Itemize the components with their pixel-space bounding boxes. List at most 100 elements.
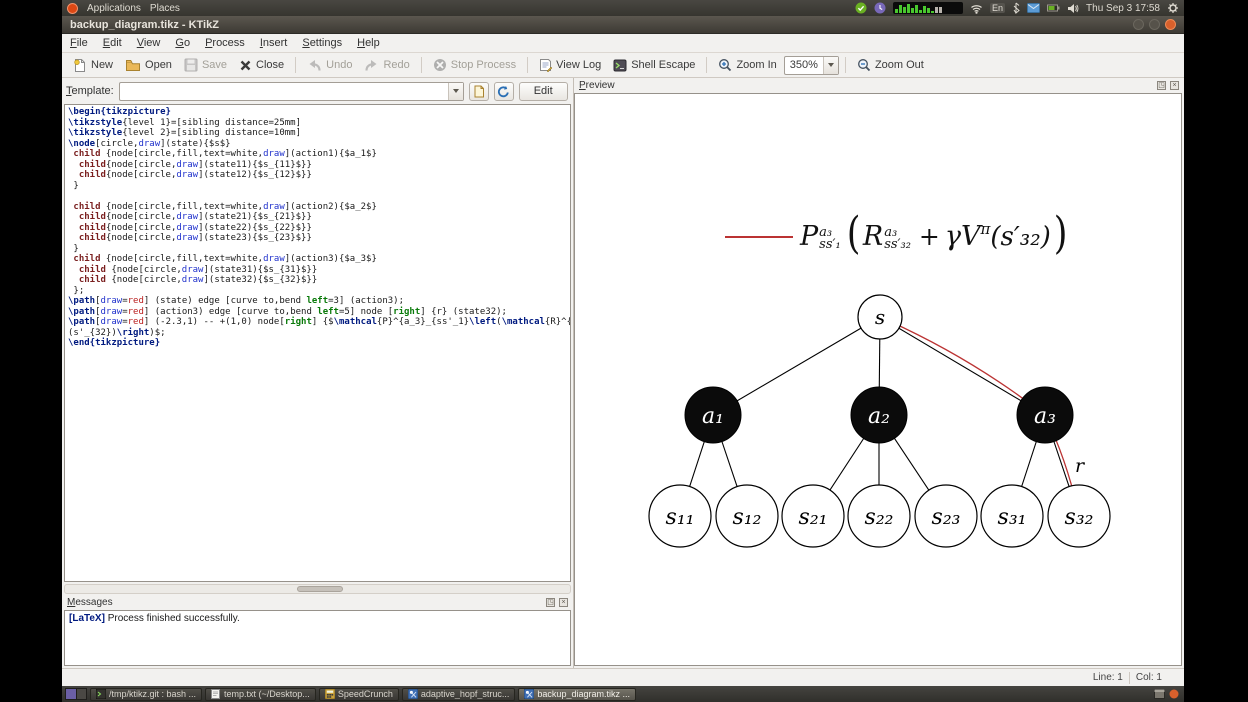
- taskbar-item[interactable]: temp.txt (~/Desktop...: [205, 687, 316, 701]
- taskbar-item[interactable]: adaptive_hopf_struc...: [401, 687, 516, 701]
- template-select[interactable]: [118, 81, 464, 101]
- toolbar-separator: [527, 57, 529, 73]
- svg-text:s₁₁: s₁₁: [666, 505, 695, 530]
- zoom-in-button[interactable]: Zoom In: [713, 56, 781, 74]
- svg-text:s: s: [875, 305, 885, 329]
- scrollbar-thumb[interactable]: [297, 586, 344, 592]
- close-window-button[interactable]: [1165, 19, 1176, 30]
- stop-process-button: Stop Process: [428, 56, 521, 74]
- menu-go[interactable]: Go: [175, 37, 190, 49]
- titlebar[interactable]: backup_diagram.tikz - KTikZ: [62, 16, 1184, 34]
- ktikz-icon: [523, 688, 535, 700]
- open-button[interactable]: Open: [120, 56, 177, 74]
- shell-escape-button[interactable]: Shell Escape: [608, 57, 700, 74]
- code-line: \path[draw=red] (action3) edge [curve to…: [68, 306, 507, 317]
- zoom-out-button[interactable]: Zoom Out: [852, 56, 929, 74]
- horizontal-scrollbar[interactable]: [64, 584, 571, 594]
- window-title: backup_diagram.tikz - KTikZ: [70, 18, 219, 31]
- messages-body: [LaTeX] Process finished successfully.: [64, 610, 571, 666]
- new-button[interactable]: New: [67, 56, 118, 75]
- code-line: \node[circle,draw](state){$s$}: [68, 138, 231, 149]
- svg-text:s₃₂: s₃₂: [1065, 505, 1094, 530]
- code-line: child {node[circle,draw](state31){$s_{31…: [78, 264, 318, 275]
- status-col: Col: 1: [1135, 672, 1162, 683]
- bluetooth-icon[interactable]: [1012, 2, 1020, 14]
- taskbar-item[interactable]: /tmp/ktikz.git : bash ...: [90, 687, 203, 701]
- preview-canvas: P a₃ ss′₁ ( R a₃ ss′₃₂ + γV π (s′₃₂) ) s…: [574, 93, 1182, 666]
- template-edit-button[interactable]: Edit: [518, 81, 568, 101]
- maximize-button[interactable]: [1149, 19, 1160, 30]
- updates-icon[interactable]: [855, 2, 867, 14]
- menu-settings[interactable]: Settings: [302, 37, 342, 49]
- window-list-icon[interactable]: [1154, 689, 1165, 699]
- code-line: child {node[circle,fill,text=white,draw]…: [73, 201, 377, 212]
- code-line: (s'_{32})\right)$;: [68, 327, 166, 338]
- close-icon[interactable]: ×: [559, 598, 568, 607]
- applications-menu[interactable]: Applications: [87, 3, 141, 14]
- shell-escape-icon: [613, 59, 627, 72]
- close-button[interactable]: Close: [234, 57, 289, 74]
- undock-icon[interactable]: ◳: [546, 598, 555, 607]
- menu-process[interactable]: Process: [205, 37, 245, 49]
- workspace-switcher[interactable]: [65, 688, 87, 700]
- volume-icon[interactable]: [1067, 3, 1079, 14]
- minimize-button[interactable]: [1133, 19, 1144, 30]
- svg-text:a₃: a₃: [1034, 404, 1056, 429]
- taskbar-item[interactable]: SpeedCrunch: [318, 687, 399, 701]
- keyboard-layout-indicator[interactable]: En: [990, 3, 1006, 13]
- undock-icon[interactable]: ◳: [1157, 81, 1166, 90]
- preview-pane: Preview ◳ × P a₃ ss′₁ ( R a₃ ss′₃₂ + γV …: [574, 78, 1184, 668]
- battery-icon[interactable]: [1047, 4, 1060, 12]
- zoom-level-select[interactable]: 350%: [783, 55, 839, 75]
- preview-header: Preview ◳ ×: [574, 78, 1184, 93]
- desktop: Applications Places En Thu Sep 3 17:58 b…: [62, 0, 1184, 702]
- close-icon[interactable]: ×: [1170, 81, 1179, 90]
- template-reload-icon[interactable]: [493, 81, 514, 101]
- menu-edit[interactable]: Edit: [103, 37, 122, 49]
- code-line: \begin{tikzpicture}: [68, 107, 171, 117]
- redo-button: Redo: [359, 57, 414, 74]
- view-log-button[interactable]: View Log: [534, 56, 606, 74]
- main-area: Template: Edit \begin{tikzpicture} \tikz…: [62, 78, 1184, 668]
- notification-icon[interactable]: [1169, 689, 1179, 699]
- places-menu[interactable]: Places: [150, 3, 180, 14]
- code-line: \path[draw=red] (-2.3,1) -- +(1,0) node[…: [68, 317, 571, 327]
- open-icon: [125, 58, 141, 72]
- audio-meter-icon[interactable]: [893, 2, 964, 14]
- chevron-down-icon: [822, 56, 838, 74]
- ktikz-window: backup_diagram.tikz - KTikZ File Edit View…: [62, 16, 1184, 686]
- toolbar-separator: [295, 57, 297, 73]
- menu-help[interactable]: Help: [357, 37, 380, 49]
- ubuntu-logo-icon[interactable]: [67, 2, 78, 14]
- wifi-icon[interactable]: [970, 3, 983, 14]
- zoom-in-icon: [718, 58, 732, 72]
- view-log-icon: [539, 58, 553, 72]
- template-file-button[interactable]: [468, 81, 489, 101]
- menu-file[interactable]: File: [70, 37, 88, 49]
- svg-text:a₁: a₁: [702, 404, 724, 429]
- code-line: child {node[circle,draw](state32){$s_{32…: [78, 275, 318, 285]
- code-line: \tikzstyle{level 2}=[sibling distance=10…: [68, 128, 301, 138]
- clock[interactable]: Thu Sep 3 17:58: [1086, 3, 1160, 14]
- toolbar-separator: [420, 57, 422, 73]
- code-line: }: [68, 243, 79, 254]
- undo-button: Undo: [302, 57, 357, 74]
- screen: Applications Places En Thu Sep 3 17:58 b…: [0, 0, 1248, 702]
- calculator-icon: [324, 688, 336, 700]
- template-label: Template:: [66, 85, 114, 97]
- mail-icon[interactable]: [1027, 3, 1041, 13]
- clock-app-icon[interactable]: [874, 2, 886, 14]
- session-gear-icon[interactable]: [1167, 2, 1179, 14]
- menu-view[interactable]: View: [137, 37, 161, 49]
- backup-diagram: s a₁ a₂ a₃ s₁₁ s₁₂ s₂₁ s₂₂ s₂₃ s₃₁ s₃₂ r: [648, 294, 1111, 548]
- undo-icon: [307, 59, 322, 72]
- taskbar: /tmp/ktikz.git : bash ... temp.txt (~/Des…: [62, 686, 1184, 702]
- code-editor[interactable]: \begin{tikzpicture} \tikzstyle{level 1}=[…: [64, 104, 571, 582]
- stop-icon: [433, 58, 447, 72]
- taskbar-item[interactable]: backup_diagram.tikz ...: [518, 687, 636, 701]
- menu-insert[interactable]: Insert: [260, 37, 288, 49]
- save-icon: [184, 58, 198, 72]
- chevron-down-icon[interactable]: [447, 82, 463, 100]
- code-line: child{node[circle,draw](state11){$s_{11}…: [78, 159, 312, 170]
- preview-title: Preview: [579, 80, 615, 91]
